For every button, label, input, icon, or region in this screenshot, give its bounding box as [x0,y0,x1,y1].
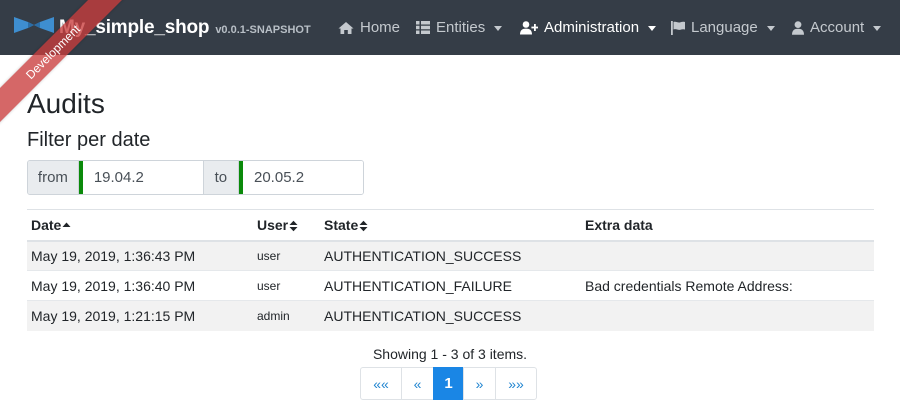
chevron-down-icon [494,26,503,31]
nav-account[interactable]: Account [792,0,882,55]
chevron-down-icon [873,26,882,31]
nav-account-label: Account [810,19,865,36]
extra-data-column-header: Extra data [581,209,874,242]
extra-header-label: Extra data [585,216,653,233]
pagination-summary: Showing 1 - 3 of 3 items. [372,346,528,362]
user-plus-icon [520,20,538,35]
row-extra-data [581,300,874,331]
date-filter-group: from to [27,160,364,195]
table-header-row: Date User State Extra data [27,209,874,242]
row-extra-data [581,240,874,271]
chevron-down-icon [766,26,775,31]
from-date-input[interactable] [78,161,203,194]
to-label: to [202,161,239,194]
previous-page-button[interactable]: « [401,367,434,400]
chevron-down-icon [648,26,657,31]
next-page-button[interactable]: » [463,367,496,400]
pagination: «« « 1 » »» [360,367,537,400]
list-icon [416,21,430,34]
state-header-label: State [324,216,359,233]
user-icon [792,20,804,35]
date-column-header[interactable]: Date [27,209,253,242]
home-icon [338,21,354,35]
nav-entities-label: Entities [436,19,486,36]
row-state: AUTHENTICATION_SUCCESS [320,300,581,331]
row-date: May 19, 2019, 1:21:15 PM [27,300,253,331]
user-column-header[interactable]: User [253,209,320,242]
nav-home-label: Home [360,19,401,36]
audits-table: Date User State Extra data May 19, 2019,… [27,209,874,331]
nav-entities[interactable]: Entities [416,0,503,55]
flag-icon [671,20,685,35]
table-row: May 19, 2019, 1:36:43 PM user AUTHENTICA… [27,240,874,271]
sort-icon [289,220,298,232]
nav-administration-label: Administration [544,19,640,36]
current-page-button[interactable]: 1 [433,367,464,400]
row-user: user [253,270,320,301]
from-label: from [28,161,79,194]
page-title: Audits [27,88,105,119]
sort-icon [359,220,368,232]
brand-logo-icon [13,14,55,41]
nav-language-label: Language [691,19,758,36]
filter-title: Filter per date [27,129,151,151]
brand-version: v0.0.1-SNAPSHOT [215,23,311,36]
date-header-label: Date [31,216,62,233]
to-date-input[interactable] [239,161,363,194]
row-user: admin [253,300,320,331]
nav-home[interactable]: Home [338,0,400,55]
user-header-label: User [257,216,289,233]
navbar: My_simple_shop v0.0.1-SNAPSHOT Home Enti… [0,0,900,55]
row-state: AUTHENTICATION_FAILURE [320,270,581,301]
first-page-button[interactable]: «« [360,367,402,400]
nav-administration[interactable]: Administration [520,0,657,55]
row-date: May 19, 2019, 1:36:40 PM [27,270,253,301]
row-extra-data: Bad credentials Remote Address: [581,270,874,301]
row-date: May 19, 2019, 1:36:43 PM [27,240,253,271]
state-column-header[interactable]: State [320,209,581,242]
row-state: AUTHENTICATION_SUCCESS [320,240,581,271]
table-row: May 19, 2019, 1:21:15 PM admin AUTHENTIC… [27,300,874,331]
last-page-button[interactable]: »» [495,367,537,400]
nav-language[interactable]: Language [671,0,775,55]
table-row: May 19, 2019, 1:36:40 PM user AUTHENTICA… [27,270,874,301]
row-user: user [253,240,320,271]
sort-up-icon [62,221,71,231]
